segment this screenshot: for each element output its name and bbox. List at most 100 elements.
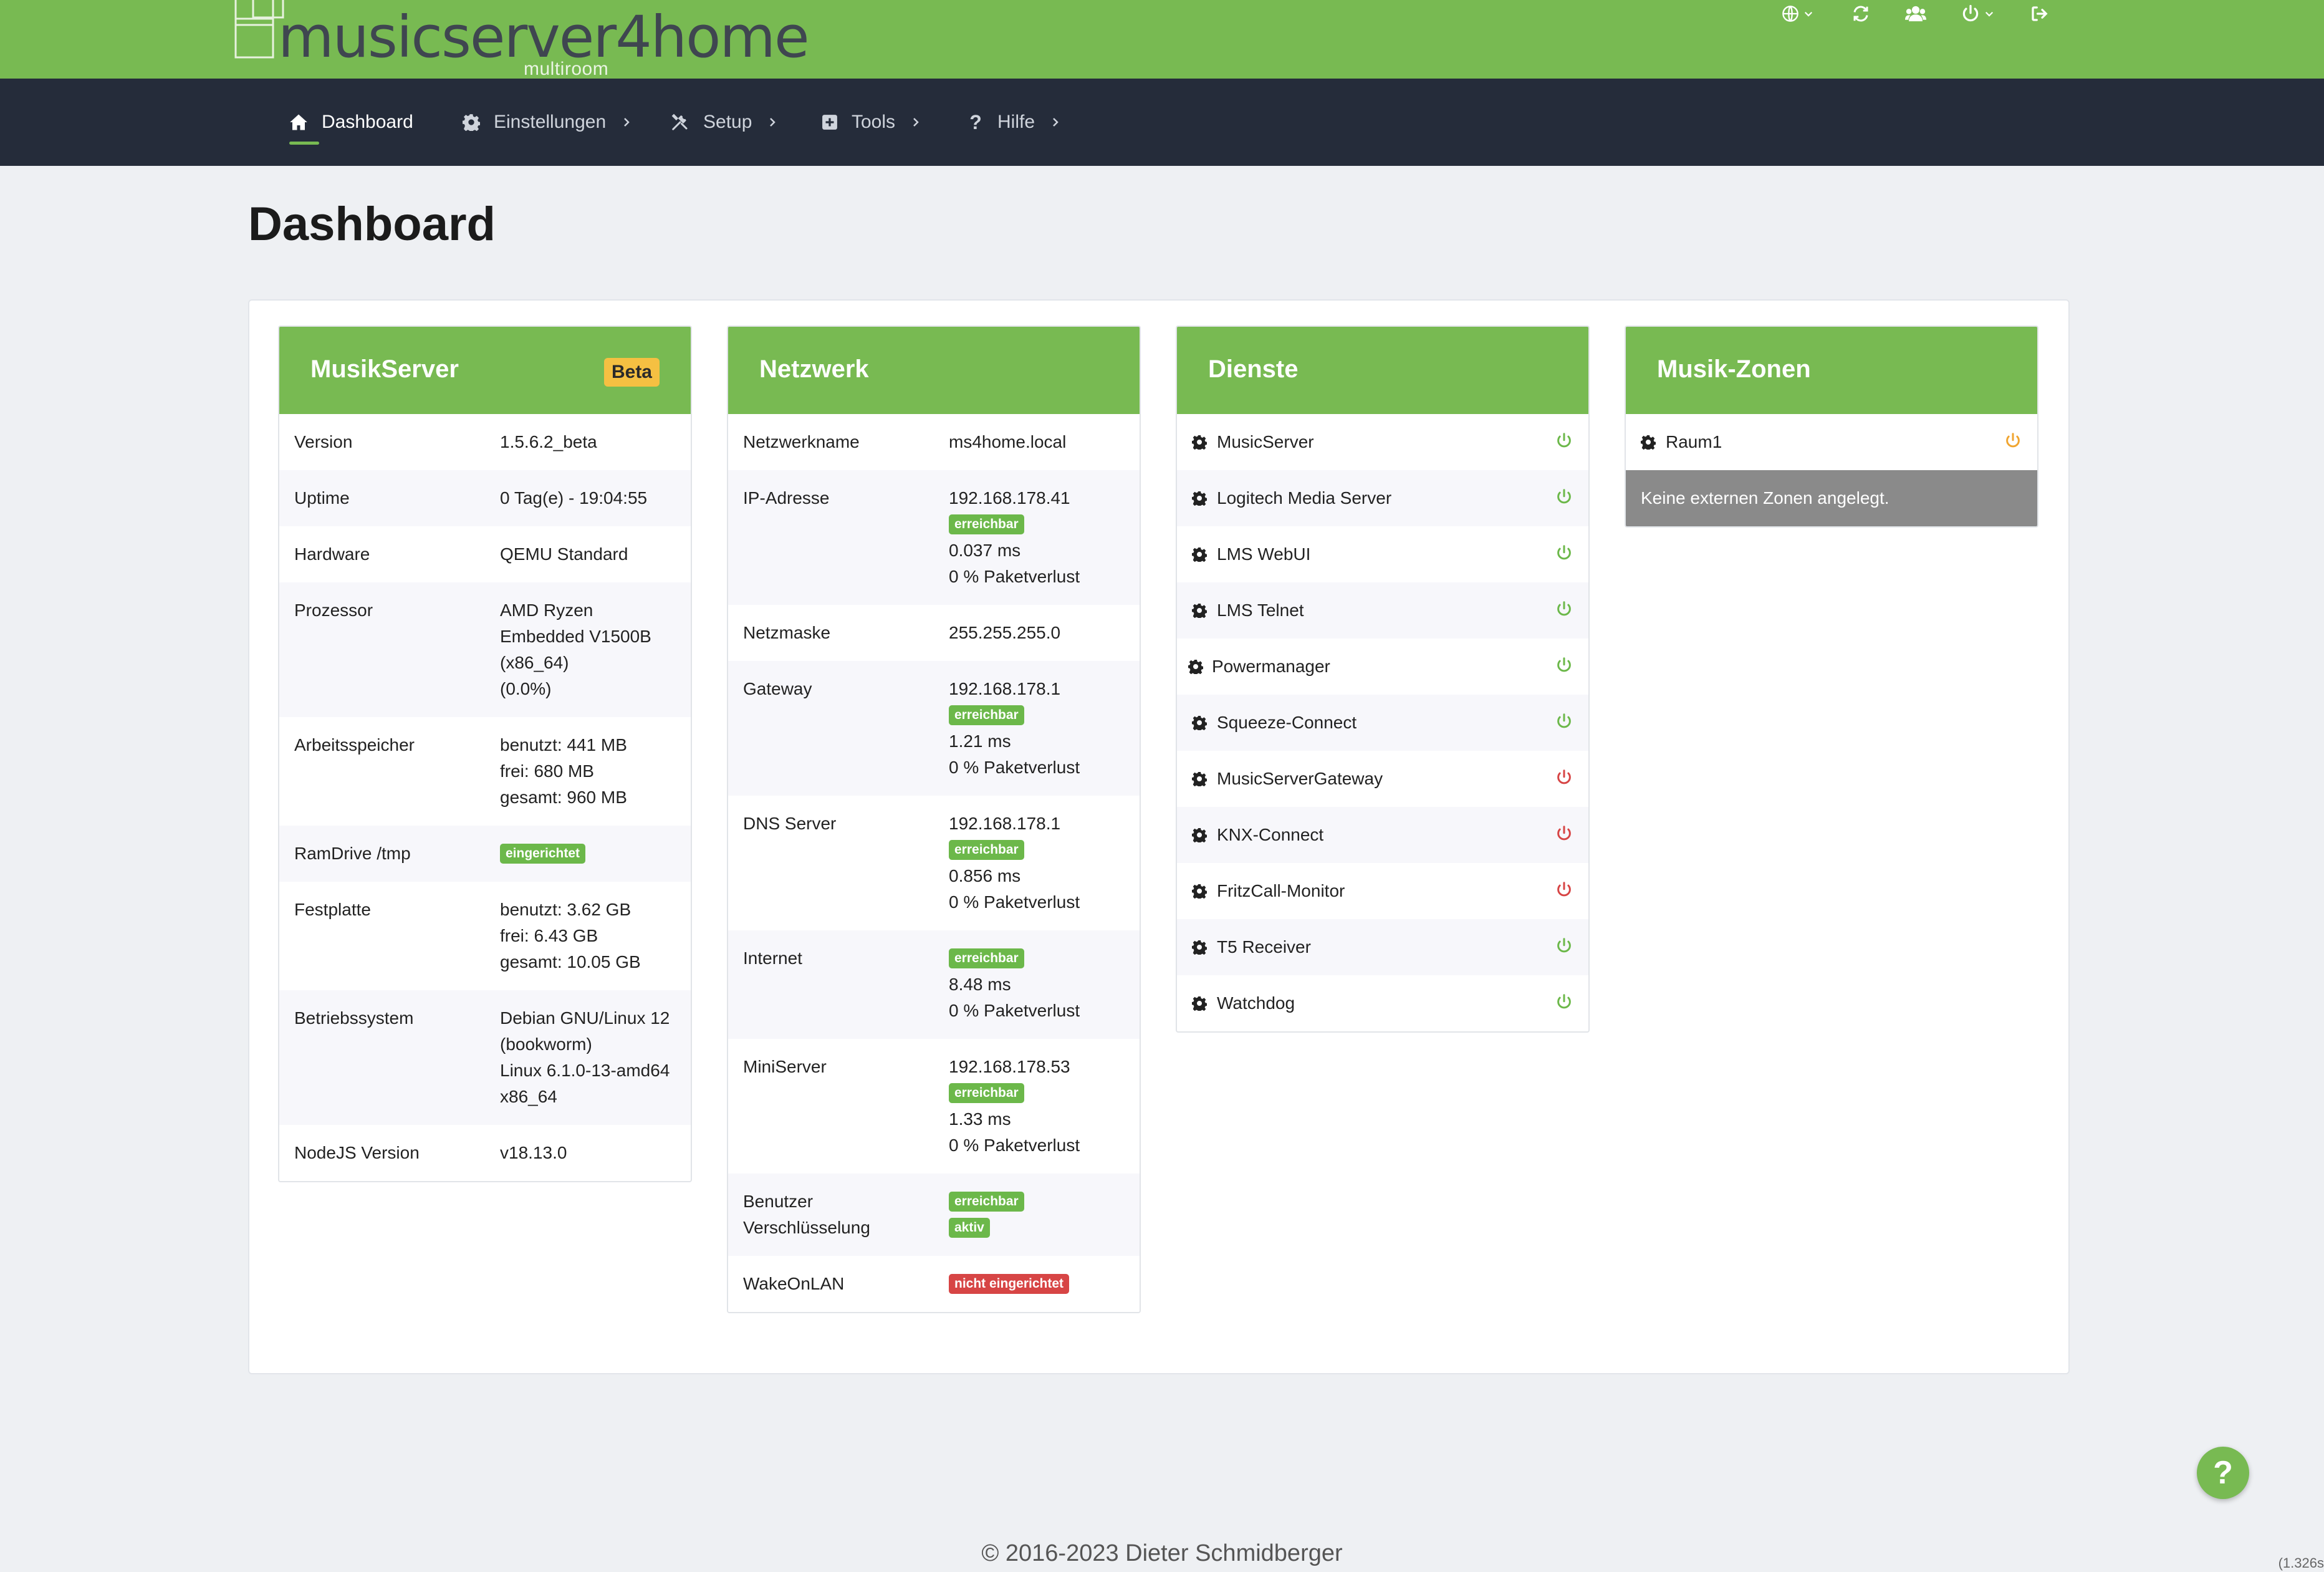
service-name: KNX-Connect [1217, 825, 1324, 844]
gear-icon [1192, 940, 1207, 955]
service-row[interactable]: Powermanager [1177, 639, 1588, 695]
status-badge: nicht eingerichtet [949, 1274, 1070, 1294]
refresh-button[interactable] [1851, 0, 1870, 27]
label-line: Netzmaske [743, 623, 831, 642]
value-line: gesamt: 10.05 GB [500, 952, 641, 972]
row-value: 255.255.255.0 [949, 620, 1140, 646]
power-status-icon[interactable] [1555, 712, 1573, 731]
users-button[interactable] [1905, 0, 1926, 27]
status-badge-line: erreichbar [949, 702, 1140, 728]
nav-einstellungen[interactable]: Einstellungen [463, 79, 631, 166]
dienste-rows: MusicServer Logitech Media Server LMS WebU… [1177, 414, 1588, 1031]
service-row[interactable]: KNX-Connect [1177, 807, 1588, 863]
row-label: WakeOnLAN [743, 1271, 930, 1297]
info-row: Hardware QEMU Standard [279, 526, 691, 582]
info-row: Netzmaske 255.255.255.0 [728, 605, 1140, 661]
value-line: Embedded V1500B [500, 627, 651, 646]
value-line: benutzt: 441 MB [500, 735, 627, 755]
row-value: 192.168.178.1 erreichbar 1.21 ms 0 % Paketv… [949, 676, 1140, 781]
gear-icon [1192, 884, 1207, 899]
gear-icon [463, 114, 480, 131]
netzwerk-panel: Netzwerk Netzwerkname ms4home.local IP-Adr… [727, 325, 1141, 1313]
info-row: RamDrive /tmp eingerichtet [279, 826, 691, 882]
service-row[interactable]: LMS Telnet [1177, 582, 1588, 639]
value-line: Linux 6.1.0-13-amd64 [500, 1061, 670, 1080]
power-status-icon[interactable] [1555, 768, 1573, 787]
gear-icon [1192, 996, 1207, 1011]
row-value: ms4home.local [949, 429, 1140, 455]
service-row[interactable]: T5 Receiver [1177, 919, 1588, 975]
power-menu[interactable] [1961, 0, 1995, 27]
panel-title: Netzwerk [759, 355, 869, 383]
power-status-icon[interactable] [1555, 432, 1573, 450]
language-menu[interactable] [1782, 0, 1814, 27]
power-status-icon[interactable] [1555, 544, 1573, 562]
latency: 0.037 ms [949, 541, 1021, 560]
row-label: MiniServer [743, 1054, 930, 1080]
help-button[interactable]: ? [2197, 1447, 2249, 1499]
service-name: LMS WebUI [1217, 544, 1311, 564]
gear-icon [1192, 604, 1207, 618]
power-status-icon[interactable] [1555, 937, 1573, 955]
panel-title: Dienste [1208, 355, 1299, 383]
power-status-icon[interactable] [1555, 656, 1573, 675]
status-badge: erreichbar [949, 1192, 1024, 1212]
row-value: 0 Tag(e) - 19:04:55 [500, 485, 691, 511]
power-status-icon[interactable] [1555, 600, 1573, 619]
gear-icon [1192, 547, 1207, 562]
service-row[interactable]: Watchdog [1177, 975, 1588, 1031]
power-status-icon[interactable] [2004, 432, 2022, 450]
power-status-icon[interactable] [1555, 488, 1573, 506]
chevron-right-icon [624, 118, 630, 127]
label-line: Gateway [743, 679, 812, 698]
row-value: 1.5.6.2_beta [500, 429, 691, 455]
status-badge: erreichbar [949, 840, 1024, 860]
service-name: Logitech Media Server [1217, 488, 1392, 508]
zone-row[interactable]: Raum1 [1626, 414, 2037, 470]
tools-icon [671, 113, 688, 130]
service-row[interactable]: FritzCall-Monitor [1177, 863, 1588, 919]
service-row[interactable]: MusicServer [1177, 414, 1588, 470]
info-row: WakeOnLAN nicht eingerichtet [728, 1256, 1140, 1312]
status-badge-line: nicht eingerichtet [949, 1271, 1140, 1297]
value-line: 1.5.6.2_beta [500, 432, 597, 451]
nav-hilfe[interactable]: ? Hilfe [968, 79, 1060, 166]
latency: 1.33 ms [949, 1109, 1011, 1129]
service-row[interactable]: LMS WebUI [1177, 526, 1588, 582]
info-row: Betriebssystem Debian GNU/Linux 12 (bookwo… [279, 990, 691, 1125]
chevron-down-icon [1804, 11, 1813, 17]
nav-tools[interactable]: Tools [822, 79, 920, 166]
service-name: FritzCall-Monitor [1217, 881, 1345, 900]
render-time: (1.326s [2278, 1555, 2324, 1571]
zonen-empty-note: Keine externen Zonen angelegt. [1626, 470, 2037, 526]
power-status-icon[interactable] [1555, 880, 1573, 899]
beta-badge: Beta [603, 358, 660, 387]
logo[interactable]: musicserver4home multiroom audio [234, 0, 810, 100]
row-value: 192.168.178.41 erreichbar 0.037 ms 0 % Pake… [949, 485, 1140, 590]
nav-dashboard[interactable]: Dashboard [289, 79, 413, 166]
row-label: RamDrive /tmp [294, 844, 411, 863]
info-row: MiniServer 192.168.178.53 erreichbar 1.33 m… [728, 1039, 1140, 1174]
row-value: v18.13.0 [500, 1140, 691, 1166]
musikserver-panel: MusikServer Beta Version 1.5.6.2_beta Upti… [278, 325, 692, 1182]
zone-name: Raum1 [1666, 432, 1722, 451]
plus-square-icon [822, 115, 837, 130]
zonen-rows: Raum1 [1626, 414, 2037, 470]
panel-header: MusikServer Beta [279, 327, 691, 414]
status-badge: erreichbar [949, 514, 1024, 534]
row-label: Internet [743, 945, 930, 972]
nav-setup[interactable]: Setup [671, 79, 777, 166]
gear-icon [1192, 828, 1207, 842]
dienste-panel: Dienste MusicServer Logitech Media Server… [1176, 325, 1590, 1033]
status-badge-line: erreichbar [949, 1189, 1140, 1215]
service-row[interactable]: Logitech Media Server [1177, 470, 1588, 526]
status-badge: aktiv [949, 1218, 990, 1238]
power-status-icon[interactable] [1555, 824, 1573, 843]
packet-loss: 0 % Paketverlust [949, 1001, 1080, 1020]
service-row[interactable]: Squeeze-Connect [1177, 695, 1588, 751]
service-row[interactable]: MusicServerGateway [1177, 751, 1588, 807]
latency: 0.856 ms [949, 866, 1021, 885]
logout-button[interactable] [2030, 0, 2048, 27]
power-status-icon[interactable] [1555, 993, 1573, 1011]
chevron-right-icon [913, 118, 919, 127]
